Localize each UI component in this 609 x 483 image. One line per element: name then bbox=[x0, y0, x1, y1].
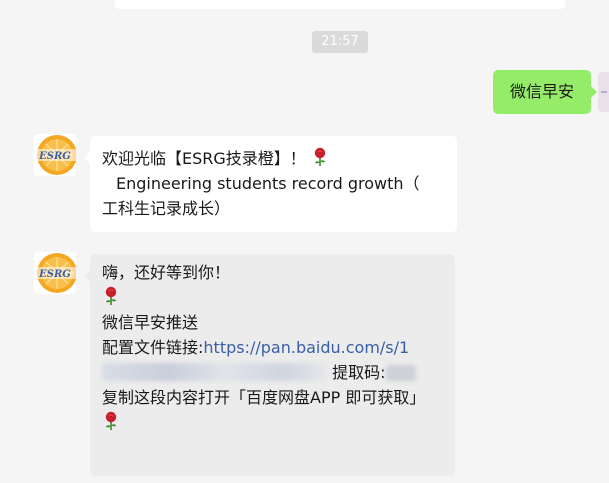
esrg-logo-icon: ESRG bbox=[34, 135, 76, 175]
rose-emoji-icon bbox=[105, 286, 117, 305]
outgoing-message-text: 微信早安 bbox=[509, 82, 574, 101]
rose-emoji-icon bbox=[105, 411, 117, 430]
chinese-tagline: 工科生记录成长） bbox=[102, 199, 231, 218]
timestamp-badge: 21:57 bbox=[312, 31, 368, 53]
sender-avatar[interactable]: ESRG bbox=[34, 252, 76, 294]
my-avatar[interactable] bbox=[598, 72, 609, 112]
incoming-message-bubble-config[interactable]: 嗨，还好等到你！ 微信早安推送 配置文件链接:https://pan.baidu… bbox=[84, 254, 455, 476]
redacted-extract-code bbox=[385, 365, 416, 381]
esrg-logo-icon: ESRG bbox=[34, 253, 76, 293]
greeting-line: 嗨，还好等到你！ bbox=[102, 263, 231, 282]
outgoing-message-bubble[interactable]: 微信早安 bbox=[493, 70, 597, 114]
previous-message-bubble bbox=[115, 0, 565, 9]
english-tagline: Engineering students record growth（ bbox=[116, 174, 420, 193]
redacted-link-remainder bbox=[102, 363, 327, 381]
config-link[interactable]: https://pan.baidu.com/s/1 bbox=[203, 338, 409, 357]
sender-avatar[interactable]: ESRG bbox=[34, 134, 76, 176]
config-link-label: 配置文件链接: bbox=[102, 338, 204, 357]
push-title: 微信早安推送 bbox=[102, 313, 199, 332]
rose-emoji-icon bbox=[314, 147, 326, 166]
svg-text:ESRG: ESRG bbox=[38, 269, 71, 280]
incoming-message-bubble-welcome[interactable]: 欢迎光临【ESRG技录橙】！ Engineering students reco… bbox=[84, 136, 457, 232]
copy-instruction: 复制这段内容打开「百度网盘APP 即可获取」 bbox=[102, 388, 426, 407]
svg-text:ESRG: ESRG bbox=[38, 151, 71, 162]
extract-code-label: 提取码: bbox=[332, 363, 386, 382]
welcome-line: 欢迎光临【ESRG技录橙】！ bbox=[102, 149, 306, 168]
